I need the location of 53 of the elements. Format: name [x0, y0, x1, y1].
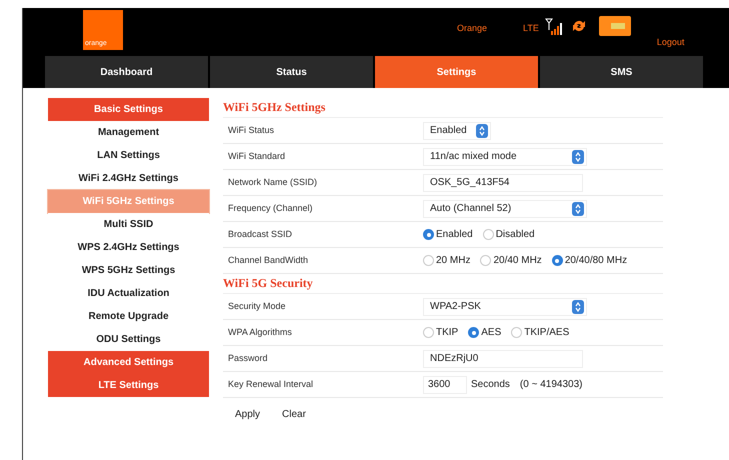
select-arrows-icon — [572, 300, 584, 314]
nav-tab[interactable]: Status — [210, 56, 373, 88]
radio-button[interactable] — [482, 229, 494, 240]
input-field[interactable]: NDEzRjU0 — [423, 350, 583, 368]
operator-name: Orange — [457, 22, 488, 35]
field-label: Security Mode — [227, 300, 287, 313]
signal-icon — [544, 18, 563, 36]
field-label: Frequency (Channel) — [227, 202, 314, 215]
radio-label: TKIP — [436, 326, 458, 340]
radio-button[interactable] — [468, 327, 480, 338]
range-hint: (0 ~ 4194303) — [520, 378, 582, 392]
select-arrows-icon — [476, 124, 488, 138]
section-title: WiFi 5GHz Settings — [223, 98, 663, 118]
unit-label: Seconds — [471, 378, 510, 392]
sim-card-icon — [598, 16, 631, 36]
select-dropdown[interactable]: Enabled — [423, 122, 491, 140]
radio-button[interactable] — [552, 255, 563, 266]
input-field[interactable]: 3600 — [423, 376, 467, 394]
input-field[interactable]: OSK_5G_413F54 — [423, 174, 583, 192]
field-label: Password — [227, 352, 269, 365]
field-label: WPA Algorithms — [227, 326, 293, 339]
radio-button[interactable] — [423, 229, 434, 240]
radio-label: 20/40/80 MHz — [564, 254, 628, 268]
field-label: WiFi Status — [227, 124, 276, 137]
field-label: Network Name (SSID) — [227, 176, 318, 189]
logout-link[interactable]: Logout — [656, 36, 684, 50]
radio-label: TKIP/AES — [524, 326, 570, 340]
section-title: WiFi 5G Security — [223, 274, 663, 294]
radio-label: Enabled — [436, 228, 473, 242]
network-type: LTE — [523, 22, 539, 35]
field-label: Channel BandWidth — [227, 254, 310, 267]
select-dropdown[interactable]: WPA2-PSK — [423, 298, 587, 316]
select-dropdown[interactable]: Auto (Channel 52) — [423, 200, 587, 218]
field-label: Broadcast SSID — [227, 228, 294, 241]
radio-button[interactable] — [423, 255, 434, 266]
sidebar-item[interactable]: LTE Settings — [48, 374, 209, 397]
field-label: WiFi Standard — [227, 150, 286, 163]
radio-button[interactable] — [511, 327, 522, 338]
radio-label: 20 MHz — [436, 254, 470, 268]
field-label: Key Renewal Interval — [227, 378, 314, 391]
radio-label: 20/40 MHz — [493, 254, 542, 268]
select-arrows-icon — [572, 150, 584, 164]
select-dropdown[interactable]: 11n/ac mixed mode — [423, 148, 587, 166]
select-arrows-icon — [572, 202, 584, 216]
radio-button[interactable] — [480, 255, 492, 266]
radio-label: AES — [481, 326, 502, 340]
nav-tab[interactable]: SMS — [540, 56, 703, 88]
nav-tab[interactable]: Dashboard — [45, 56, 208, 88]
sidebar-item[interactable]: Advanced Settings — [48, 351, 209, 374]
refresh-icon — [570, 18, 587, 34]
sidebar-item[interactable]: Basic Settings — [48, 98, 209, 121]
radio-button[interactable] — [423, 327, 434, 338]
radio-label: Disabled — [496, 228, 535, 242]
